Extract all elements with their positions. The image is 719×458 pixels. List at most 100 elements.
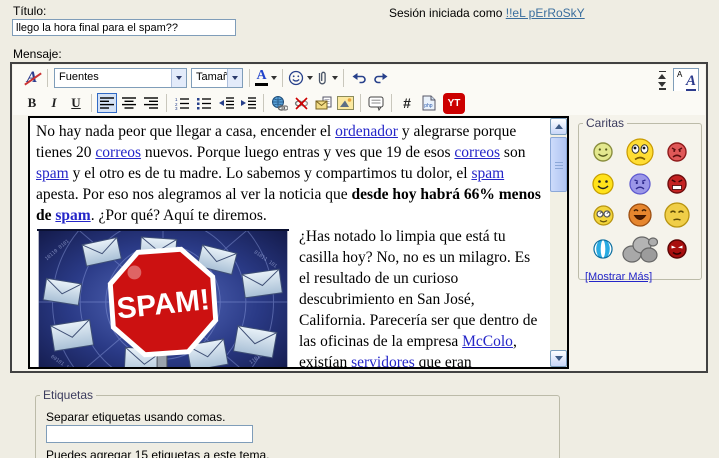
align-center-icon xyxy=(122,97,136,109)
tags-panel: Etiquetas Separar etiquetas usando comas… xyxy=(35,388,560,458)
sleepy-yellow-icon[interactable] xyxy=(664,202,690,228)
small-a-icon: A xyxy=(677,70,682,79)
underline-button[interactable]: U xyxy=(66,93,86,113)
post-editor-page: Título: Sesión iniciada como !!eL pErRoS… xyxy=(0,0,719,458)
spam-stop-sign-image[interactable]: 10110 0101 01011 101 00101 110 11010 011 xyxy=(37,229,289,367)
sad-big-icon[interactable] xyxy=(626,138,654,166)
separator xyxy=(343,69,344,87)
align-center-button[interactable] xyxy=(119,93,139,113)
devil-red-icon[interactable] xyxy=(667,239,687,259)
message-editor-container: A Fuentes Tamañ A xyxy=(10,62,708,373)
comment-bubble-icon xyxy=(368,96,384,111)
angry-red-icon[interactable] xyxy=(667,142,687,162)
editor-content[interactable]: No hay nada peor que llegar a casa, ence… xyxy=(30,118,550,367)
caritas-legend: Caritas xyxy=(583,116,627,130)
image-icon xyxy=(337,96,354,110)
separator xyxy=(282,69,283,87)
tags-note: Puedes agregar 15 etiquetas a este tema. xyxy=(46,448,269,458)
remove-link-button[interactable] xyxy=(291,93,311,113)
toolbar-row-1: A Fuentes Tamañ A xyxy=(13,65,705,91)
toolbar-row-2: B I U 123 xyxy=(13,91,705,115)
attachment-button[interactable] xyxy=(315,68,338,88)
align-right-icon xyxy=(144,97,158,109)
emoticon-button[interactable] xyxy=(288,68,313,88)
insert-comment-button[interactable] xyxy=(366,93,386,113)
insert-image-button[interactable] xyxy=(335,93,355,113)
numbered-list-icon: 123 xyxy=(175,97,189,110)
tags-legend: Etiquetas xyxy=(40,388,96,402)
toolbar-extras: A A xyxy=(658,68,699,92)
show-more-emoticons-link[interactable]: [Mostrar Más] xyxy=(585,271,652,283)
align-right-button[interactable] xyxy=(141,93,161,113)
separator xyxy=(91,94,92,112)
toolbar-collapse-control xyxy=(658,71,667,90)
font-size-value: Tamañ xyxy=(192,69,227,87)
big-a-icon: A xyxy=(686,74,696,91)
beach-ball-icon[interactable] xyxy=(593,239,613,259)
smiley-yellow-icon[interactable] xyxy=(592,173,614,195)
bold-button[interactable]: B xyxy=(22,93,42,113)
code-label: php xyxy=(424,103,433,109)
chevron-down-icon xyxy=(332,76,338,80)
session-user-link[interactable]: !!eL pErRoSkY xyxy=(506,6,585,20)
session-status: Sesión iniciada como !!eL pErRoSkY xyxy=(389,6,585,20)
collapse-up-icon[interactable] xyxy=(658,71,667,79)
redo-button[interactable] xyxy=(371,68,391,88)
undo-button[interactable] xyxy=(349,68,369,88)
laugh-orange-icon[interactable] xyxy=(628,203,652,227)
svg-text:3: 3 xyxy=(175,106,178,110)
redo-icon xyxy=(373,71,389,85)
cool-glasses-icon[interactable] xyxy=(593,205,614,226)
chevron-down-icon[interactable] xyxy=(227,69,242,87)
insert-code-button[interactable]: php xyxy=(419,93,439,113)
editor-scrollbar[interactable] xyxy=(550,118,567,367)
indent-icon xyxy=(241,97,256,109)
collapse-down-icon[interactable] xyxy=(658,82,667,90)
title-input[interactable] xyxy=(12,19,236,36)
scroll-up-button[interactable] xyxy=(550,118,567,135)
align-left-button[interactable] xyxy=(97,93,117,113)
censored-angry-icon[interactable] xyxy=(667,174,687,194)
editor-mode-toggle-button[interactable]: A A xyxy=(673,68,699,92)
separator xyxy=(391,94,392,112)
scrollbar-thumb[interactable] xyxy=(550,137,567,192)
separator xyxy=(263,94,264,112)
align-left-icon xyxy=(100,97,114,109)
youtube-button[interactable]: YT xyxy=(443,93,465,114)
code-page-icon: php xyxy=(422,95,436,111)
chevron-down-icon[interactable] xyxy=(171,69,186,87)
outdent-button[interactable] xyxy=(216,93,236,113)
insert-email-image-button[interactable] xyxy=(313,93,333,113)
message-body-editor[interactable]: No hay nada peor que llegar a casa, ence… xyxy=(28,116,569,369)
font-family-dropdown[interactable]: Fuentes xyxy=(54,68,187,88)
font-color-button[interactable]: A xyxy=(255,68,277,88)
font-style-icon[interactable]: A xyxy=(22,68,42,88)
rocks-icon[interactable] xyxy=(622,235,658,263)
title-label: Título: xyxy=(13,4,46,18)
paperclip-icon xyxy=(315,70,329,86)
font-family-value: Fuentes xyxy=(55,69,171,87)
separator xyxy=(166,94,167,112)
message-label: Mensaje: xyxy=(13,47,62,61)
hash-button[interactable]: # xyxy=(397,93,417,113)
tags-input[interactable] xyxy=(46,425,253,443)
tags-hint: Separar etiquetas usando comas. xyxy=(46,410,225,424)
emoticon-grid xyxy=(579,130,701,265)
separator xyxy=(249,69,250,87)
font-color-icon: A xyxy=(255,70,268,86)
separator xyxy=(360,94,361,112)
indent-button[interactable] xyxy=(238,93,258,113)
font-size-dropdown[interactable]: Tamañ xyxy=(191,68,243,88)
caritas-panel: Caritas xyxy=(578,116,702,280)
italic-button[interactable]: I xyxy=(44,93,64,113)
smiley-classic-icon[interactable] xyxy=(593,142,613,162)
undo-icon xyxy=(351,71,367,85)
bullet-list-button[interactable] xyxy=(194,93,214,113)
insert-link-button[interactable] xyxy=(269,93,289,113)
remove-link-icon xyxy=(293,96,310,111)
scroll-down-button[interactable] xyxy=(550,350,567,367)
editor-paragraph-1: No hay nada peor que llegar a casa, ence… xyxy=(36,121,544,226)
numbered-list-button[interactable]: 123 xyxy=(172,93,192,113)
sad-purple-icon[interactable] xyxy=(629,173,651,195)
outdent-icon xyxy=(219,97,234,109)
